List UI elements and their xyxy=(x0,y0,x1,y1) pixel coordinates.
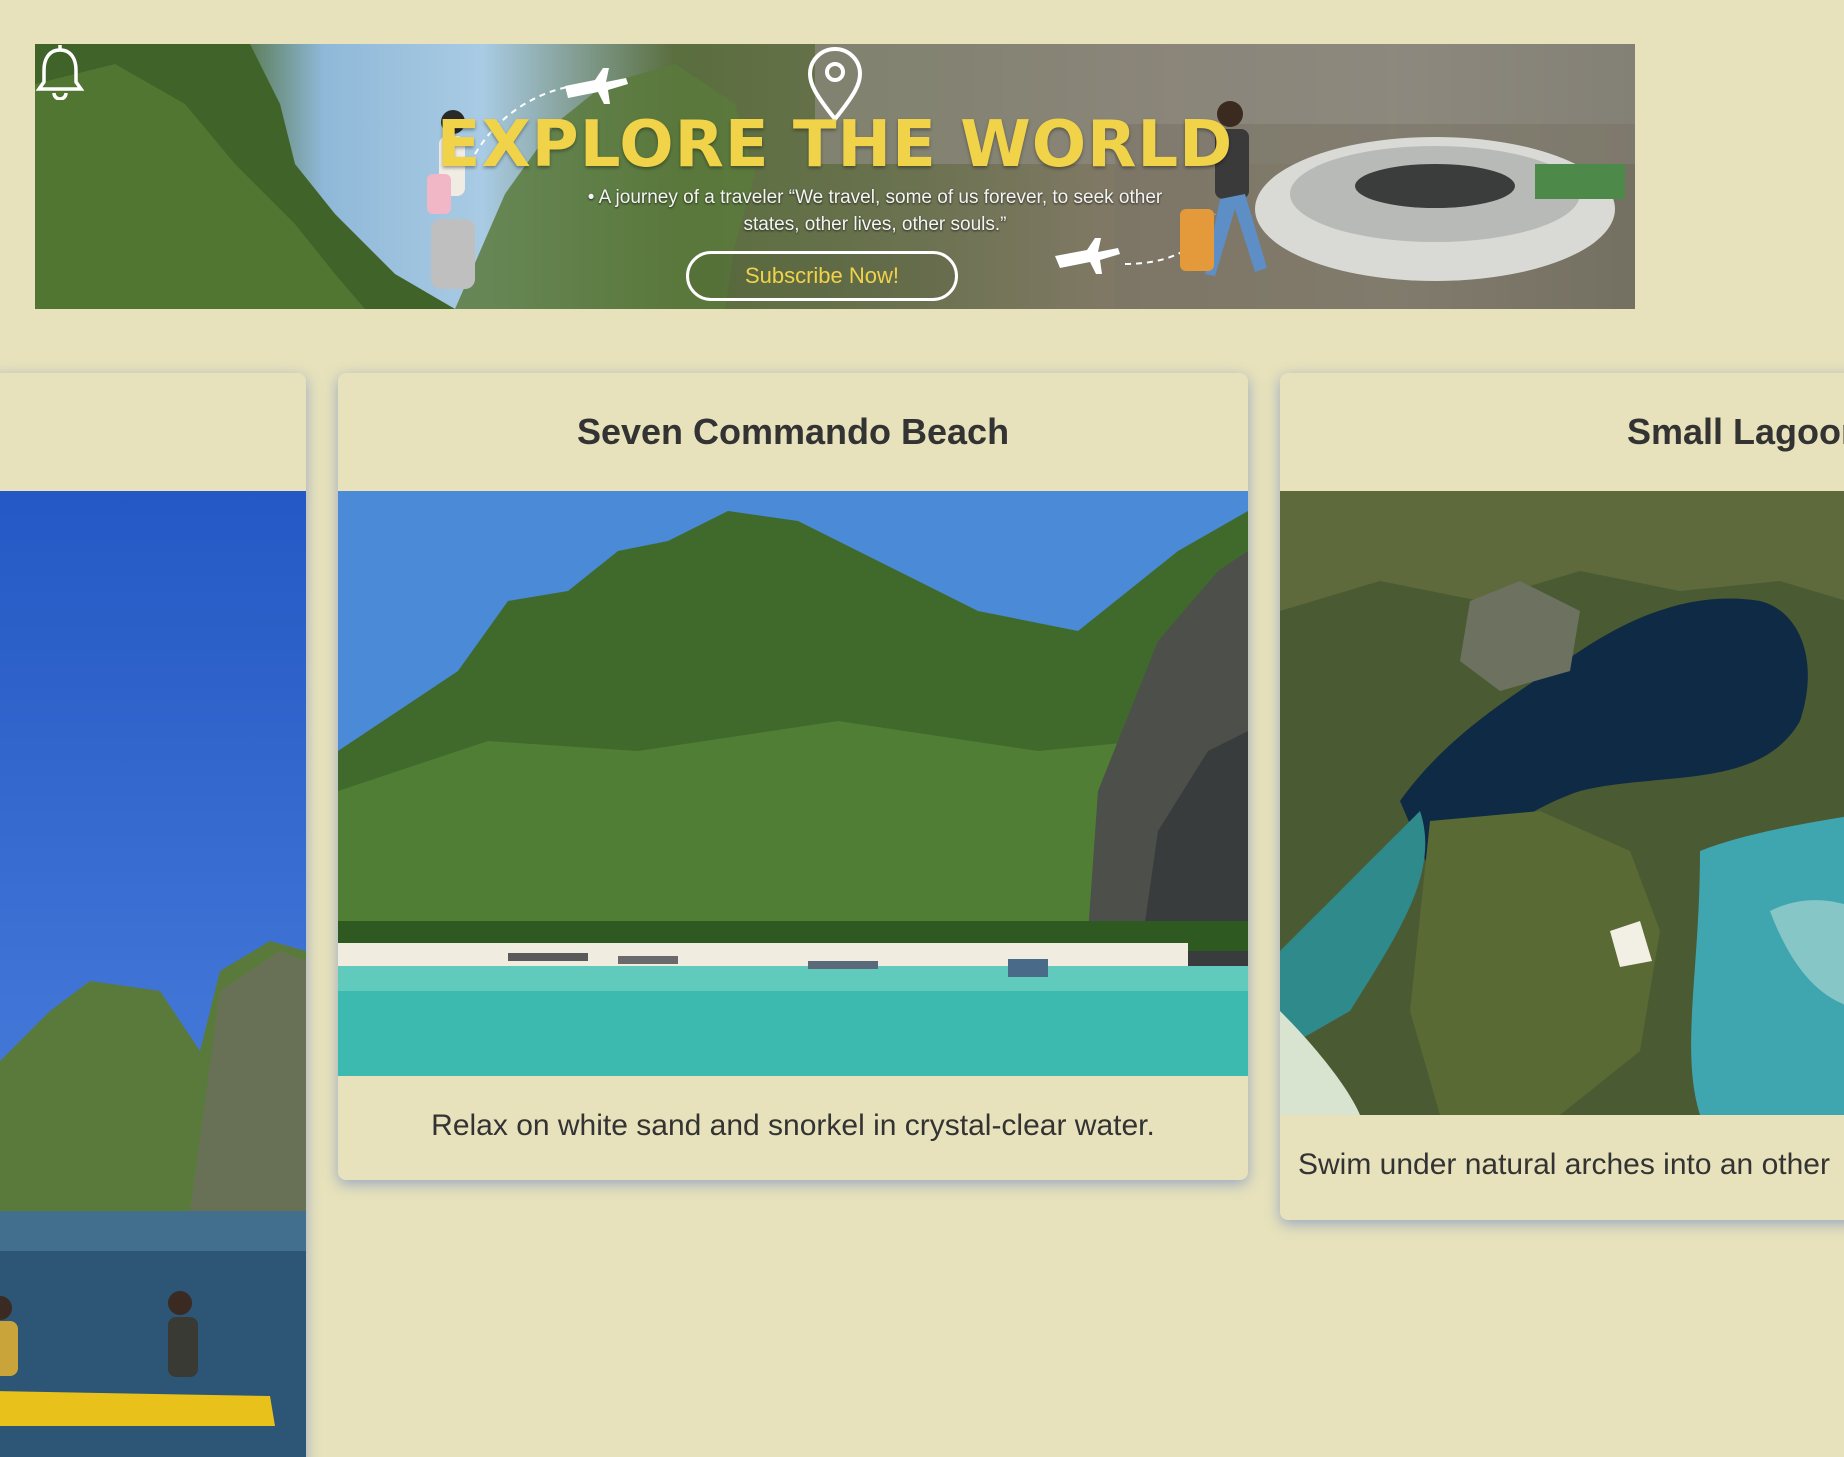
card-description: Relax on white sand and snorkel in cryst… xyxy=(431,1109,1155,1142)
banner-quote-line: states, other lives, other souls.” xyxy=(743,214,1007,235)
banner-title: EXPLORE THE WORLD xyxy=(436,108,1234,182)
destination-card[interactable]: Small Lagoon Swim under natural arches i… xyxy=(1280,373,1844,1220)
destination-card[interactable]: Seven Commando Beach Relax on white sand… xyxy=(338,373,1248,1180)
destination-card[interactable] xyxy=(0,373,306,1457)
card-description: Swim under natural arches into an other xyxy=(1298,1148,1830,1181)
card-image-beach xyxy=(338,491,1248,1076)
card-image-kayaking xyxy=(0,491,306,1457)
page: EXPLORE THE WORLD • A journey of a trave… xyxy=(0,0,1844,1457)
card-title xyxy=(0,373,306,491)
banner-quote-line: • A journey of a traveler “We travel, so… xyxy=(587,187,1163,208)
card-image-lagoon xyxy=(1280,491,1844,1115)
bell-icon[interactable] xyxy=(35,44,85,100)
subscribe-button[interactable]: Subscribe Now! xyxy=(686,251,958,301)
banner-quote: • A journey of a traveler “We travel, so… xyxy=(515,184,1235,238)
hero-banner: EXPLORE THE WORLD • A journey of a trave… xyxy=(35,44,1635,309)
card-title: Small Lagoon xyxy=(1627,411,1844,452)
card-title: Seven Commando Beach xyxy=(576,411,1010,452)
